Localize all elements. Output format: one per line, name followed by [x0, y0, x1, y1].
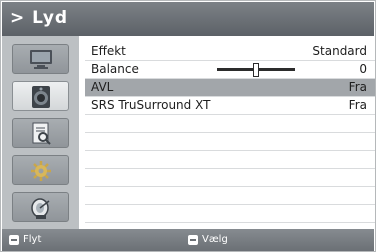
move-hint-label: Flyt: [23, 234, 42, 245]
satellite-icon: [31, 198, 50, 219]
sidebar-item-settings[interactable]: [12, 155, 69, 185]
gear-icon: [31, 161, 51, 181]
sound-menu: Effekt Standard Balance 0 AVL Fra SRS Tr…: [85, 43, 375, 229]
menu-row-srs-trusurround[interactable]: SRS TruSurround XT Fra: [85, 97, 375, 115]
menu-row-label: Balance: [91, 62, 139, 76]
sidebar-item-setup[interactable]: [12, 118, 69, 148]
menu-row-effekt[interactable]: Effekt Standard: [85, 43, 375, 61]
menu-row-balance[interactable]: Balance 0: [85, 61, 375, 79]
menu-row-value: Standard: [312, 44, 367, 58]
menu-row-value: Fra: [348, 80, 367, 94]
move-button-icon: [9, 235, 19, 245]
sidebar-item-satellite[interactable]: [12, 192, 69, 222]
speaker-icon: [32, 86, 50, 108]
sidebar-item-picture[interactable]: [12, 44, 69, 74]
menu-row-value: Fra: [348, 98, 367, 112]
page-title: > Lyd: [10, 8, 69, 28]
footer-hint-bar: Flyt Vælg: [2, 229, 374, 251]
document-search-icon: [32, 122, 51, 145]
tv-icon: [30, 50, 52, 69]
menu-row-empty: [85, 169, 375, 187]
balance-slider[interactable]: [217, 63, 295, 77]
menu-row-empty: [85, 187, 375, 205]
sidebar: [2, 36, 79, 229]
menu-row-label: Effekt: [91, 44, 126, 58]
select-hint-label: Vælg: [202, 234, 228, 245]
menu-header: > Lyd: [2, 2, 374, 36]
select-button-icon: [188, 235, 198, 245]
menu-row-empty: [85, 115, 375, 133]
menu-row-value: 0: [359, 62, 367, 76]
balance-slider-knob[interactable]: [253, 63, 259, 77]
menu-row-label: SRS TruSurround XT: [91, 98, 211, 112]
menu-row-empty: [85, 151, 375, 169]
menu-row-label: AVL: [91, 80, 114, 94]
menu-window: > Lyd Effekt Standard Balance 0 AVL Fra …: [0, 0, 376, 252]
menu-row-empty: [85, 205, 375, 223]
sidebar-item-sound[interactable]: [12, 81, 69, 111]
menu-row-avl[interactable]: AVL Fra: [85, 79, 375, 97]
menu-row-empty: [85, 133, 375, 151]
